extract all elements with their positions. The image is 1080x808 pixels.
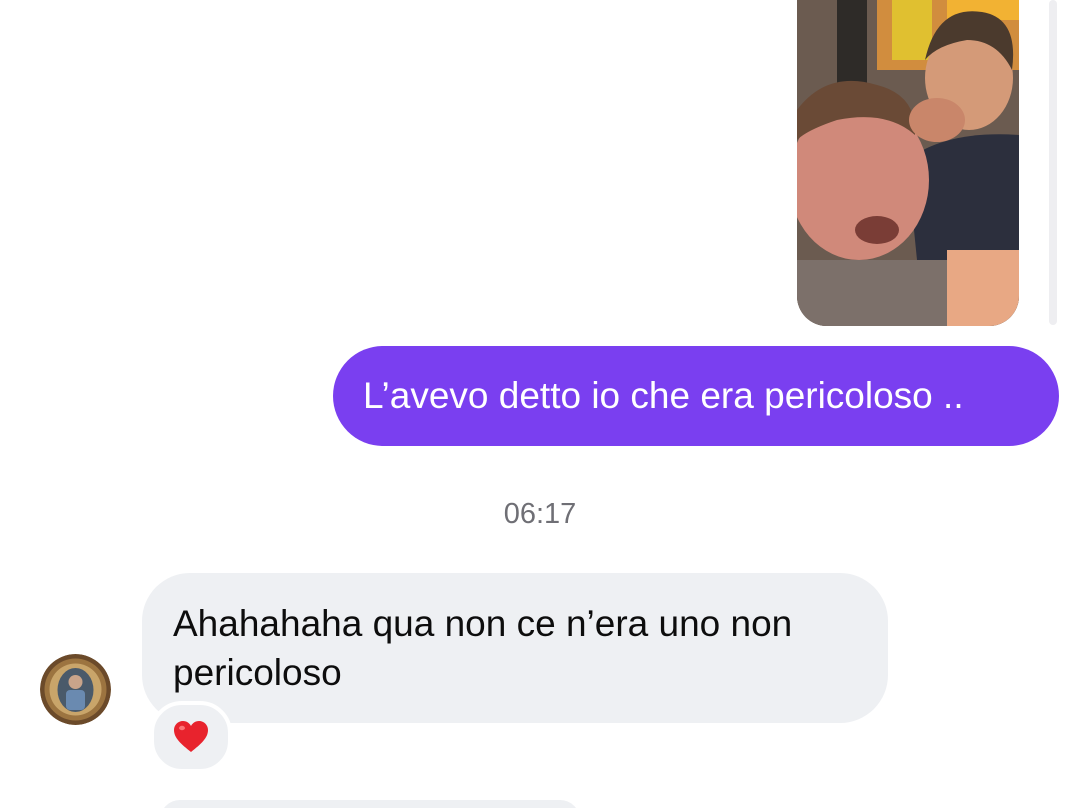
heart-emoji-icon [174, 721, 208, 752]
avatar-image [40, 654, 111, 725]
incoming-message-line: pericoloso [173, 652, 342, 693]
incoming-message-line: Ahahahaha qua non ce n’era uno non [173, 603, 793, 644]
chat-thread: L’avevo detto io che era pericoloso .. 0… [0, 0, 1080, 808]
media-scroll-indicator [1049, 0, 1057, 325]
contact-avatar[interactable] [40, 654, 111, 725]
incoming-message-bubble[interactable]: Ahahahaha qua non ce n’era uno non peric… [142, 573, 888, 723]
outgoing-message-bubble[interactable]: L’avevo detto io che era pericoloso .. [333, 346, 1059, 446]
message-timestamp: 06:17 [503, 498, 577, 530]
photo-image [797, 0, 1019, 326]
message-reaction[interactable] [150, 701, 232, 773]
outgoing-message-text: L’avevo detto io che era pericoloso .. [363, 375, 964, 416]
next-message-bubble[interactable] [160, 800, 580, 808]
photo-message[interactable] [797, 0, 1019, 326]
